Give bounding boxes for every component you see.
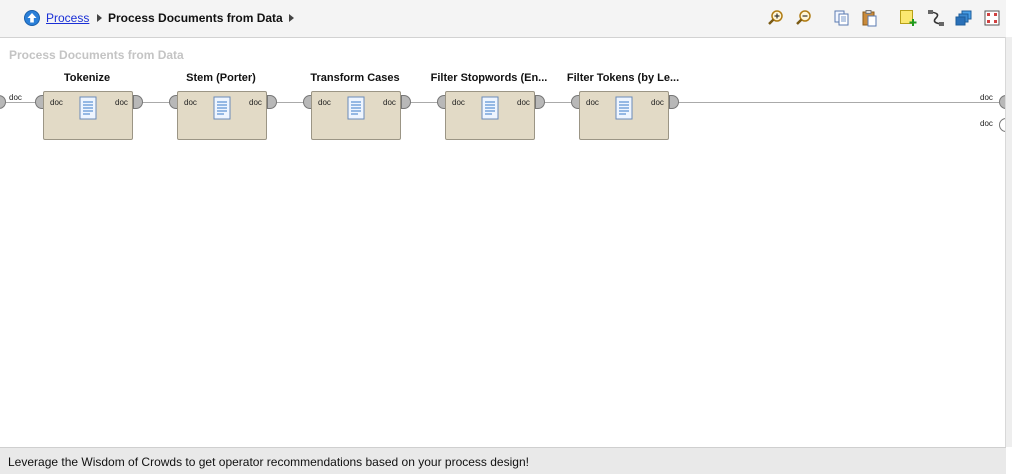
connection-wire[interactable] (677, 102, 999, 103)
document-icon (79, 96, 97, 120)
operator-input-port-label: doc (184, 98, 197, 107)
copy-icon[interactable] (833, 9, 851, 27)
operator-output-port[interactable] (401, 95, 411, 109)
process-toolbar: Process Process Documents from Data (0, 0, 1006, 38)
operator-input-port-label: doc (586, 98, 599, 107)
arrange-icon[interactable] (983, 9, 1001, 27)
operator-name: Filter Stopwords (En... (430, 72, 548, 84)
operator-output-port[interactable] (669, 95, 679, 109)
operator-name: Filter Tokens (by Le... (566, 72, 680, 84)
operator-input-port-label: doc (452, 98, 465, 107)
connection-wire[interactable] (6, 102, 36, 103)
process-input-port-label: doc (9, 93, 22, 102)
process-output-port-label: doc (980, 119, 993, 128)
document-icon (347, 96, 365, 120)
connection-wire[interactable] (409, 102, 439, 103)
document-icon (615, 96, 633, 120)
recommendation-message[interactable]: Leverage the Wisdom of Crowds to get ope… (8, 455, 529, 469)
document-icon (213, 96, 231, 120)
connection-wire[interactable] (141, 102, 171, 103)
zoom-in-icon[interactable] (767, 9, 785, 27)
layers-icon[interactable] (955, 9, 973, 27)
operator-input-port-label: doc (50, 98, 63, 107)
operator-name: Stem (Porter) (186, 72, 256, 84)
breadcrumb-current: Process Documents from Data (108, 11, 283, 25)
breadcrumb-expand-icon[interactable] (289, 14, 294, 22)
recommendation-bar: Leverage the Wisdom of Crowds to get ope… (0, 447, 1006, 474)
operator-input-port-label: doc (318, 98, 331, 107)
breadcrumb-parent-link[interactable]: Process (46, 11, 89, 25)
operator-output-port-label: doc (383, 98, 396, 107)
operator-output-port-label: doc (651, 98, 664, 107)
operator-output-port-label: doc (517, 98, 530, 107)
operator-output-port-label: doc (249, 98, 262, 107)
operator-output-port[interactable] (133, 95, 143, 109)
up-arrow-icon[interactable] (24, 10, 40, 26)
vertical-scrollbar[interactable] (1005, 37, 1012, 447)
operator-name: Tokenize (63, 72, 111, 84)
add-note-icon[interactable] (899, 9, 917, 27)
operator-name: Transform Cases (310, 72, 400, 84)
auto-wire-icon[interactable] (927, 9, 945, 27)
operator-output-port-label: doc (115, 98, 128, 107)
connection-wire[interactable] (275, 102, 305, 103)
connection-wire[interactable] (543, 102, 573, 103)
process-title: Process Documents from Data (9, 48, 184, 62)
operator-output-port[interactable] (267, 95, 277, 109)
breadcrumb-separator-icon (97, 14, 102, 22)
process-canvas[interactable]: Process Documents from Data doc Tokenize… (0, 38, 1007, 447)
document-icon (481, 96, 499, 120)
operator-output-port[interactable] (535, 95, 545, 109)
zoom-out-icon[interactable] (795, 9, 813, 27)
paste-icon[interactable] (861, 9, 879, 27)
process-output-port-label: doc (980, 93, 993, 102)
